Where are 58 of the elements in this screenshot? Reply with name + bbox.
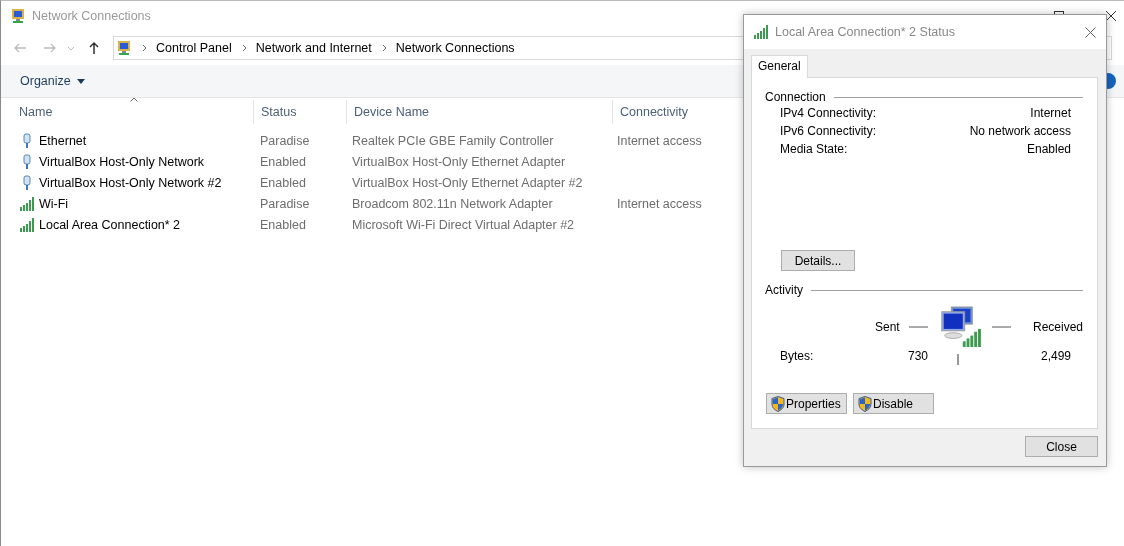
breadcrumb-item[interactable]: Network and Internet	[255, 41, 372, 55]
shield-icon	[771, 395, 785, 412]
group-heading: Activity	[765, 283, 803, 297]
connection-name[interactable]: VirtualBox Host-Only Network	[39, 154, 205, 169]
connectivity-text: Internet access	[617, 196, 702, 211]
connection-name[interactable]: VirtualBox Host-Only Network #2	[39, 175, 222, 190]
close-icon[interactable]	[1085, 26, 1096, 38]
status-text: Enabled	[260, 217, 306, 232]
received-bytes: 2,499	[1039, 349, 1071, 363]
status-text: Enabled	[260, 154, 306, 169]
dialog-title: Local Area Connection* 2 Status	[775, 25, 955, 39]
signal-bars-icon	[19, 195, 35, 212]
sent-label: Sent	[875, 320, 899, 334]
column-header[interactable]: Device Name	[346, 100, 612, 124]
breadcrumb-item[interactable]: Network Connections	[395, 41, 515, 55]
bytes-label: Bytes:	[780, 349, 815, 363]
device-name-text: VirtualBox Host-Only Ethernet Adapter #2	[352, 175, 583, 190]
caret-icon	[76, 78, 85, 84]
field-value: Internet	[1030, 106, 1071, 120]
connection-name[interactable]: Ethernet	[39, 133, 87, 148]
field-label: IPv6 Connectivity:	[780, 124, 877, 138]
shield-button[interactable]: Disable	[853, 393, 934, 414]
network-folder-icon	[116, 40, 132, 56]
device-name-text: VirtualBox Host-Only Ethernet Adapter	[352, 154, 566, 169]
close-button[interactable]: Close	[1025, 436, 1098, 457]
received-label: Received	[1032, 320, 1083, 334]
sent-bytes: 730	[906, 349, 928, 363]
field-value: No network access	[969, 124, 1071, 138]
shield-icon	[858, 395, 872, 412]
column-header[interactable]: Name	[1, 100, 253, 124]
connection-name[interactable]: Wi-Fi	[39, 196, 69, 211]
sort-caret-icon	[130, 97, 138, 102]
up-arrow-icon[interactable]	[87, 41, 101, 55]
close-icon[interactable]	[1106, 11, 1116, 21]
shield-button[interactable]: Properties	[766, 393, 847, 414]
breadcrumb-item[interactable]: Control Panel	[156, 41, 232, 55]
network-folder-icon	[10, 8, 26, 24]
status-text: Paradise	[260, 196, 310, 211]
details-button[interactable]: Details...	[781, 250, 855, 271]
connectivity-text: Internet access	[617, 133, 702, 148]
field-value: Enabled	[1026, 142, 1071, 156]
device-name-text: Microsoft Wi-Fi Direct Virtual Adapter #2	[352, 217, 575, 232]
status-text: Enabled	[260, 175, 306, 190]
window-title: Network Connections	[32, 9, 151, 23]
connection-name[interactable]: Local Area Connection* 2	[39, 217, 181, 232]
computers-drawing	[938, 304, 982, 350]
chevron-right-icon[interactable]	[241, 44, 248, 52]
signal-bars-icon	[19, 216, 35, 233]
status-text: Paradise	[260, 133, 310, 148]
tab[interactable]: General	[751, 55, 808, 78]
signal-bars-icon	[753, 24, 769, 40]
organize-menu[interactable]: Organize	[13, 70, 92, 92]
field-label: Media State:	[780, 142, 848, 156]
chevron-right-icon[interactable]	[142, 44, 148, 52]
chevron-right-icon[interactable]	[381, 44, 388, 52]
device-name-text: Realtek PCIe GBE Family Controller	[352, 133, 554, 148]
column-header[interactable]: Status	[253, 100, 346, 124]
device-name-text: Broadcom 802.11n Network Adapter	[352, 196, 553, 211]
